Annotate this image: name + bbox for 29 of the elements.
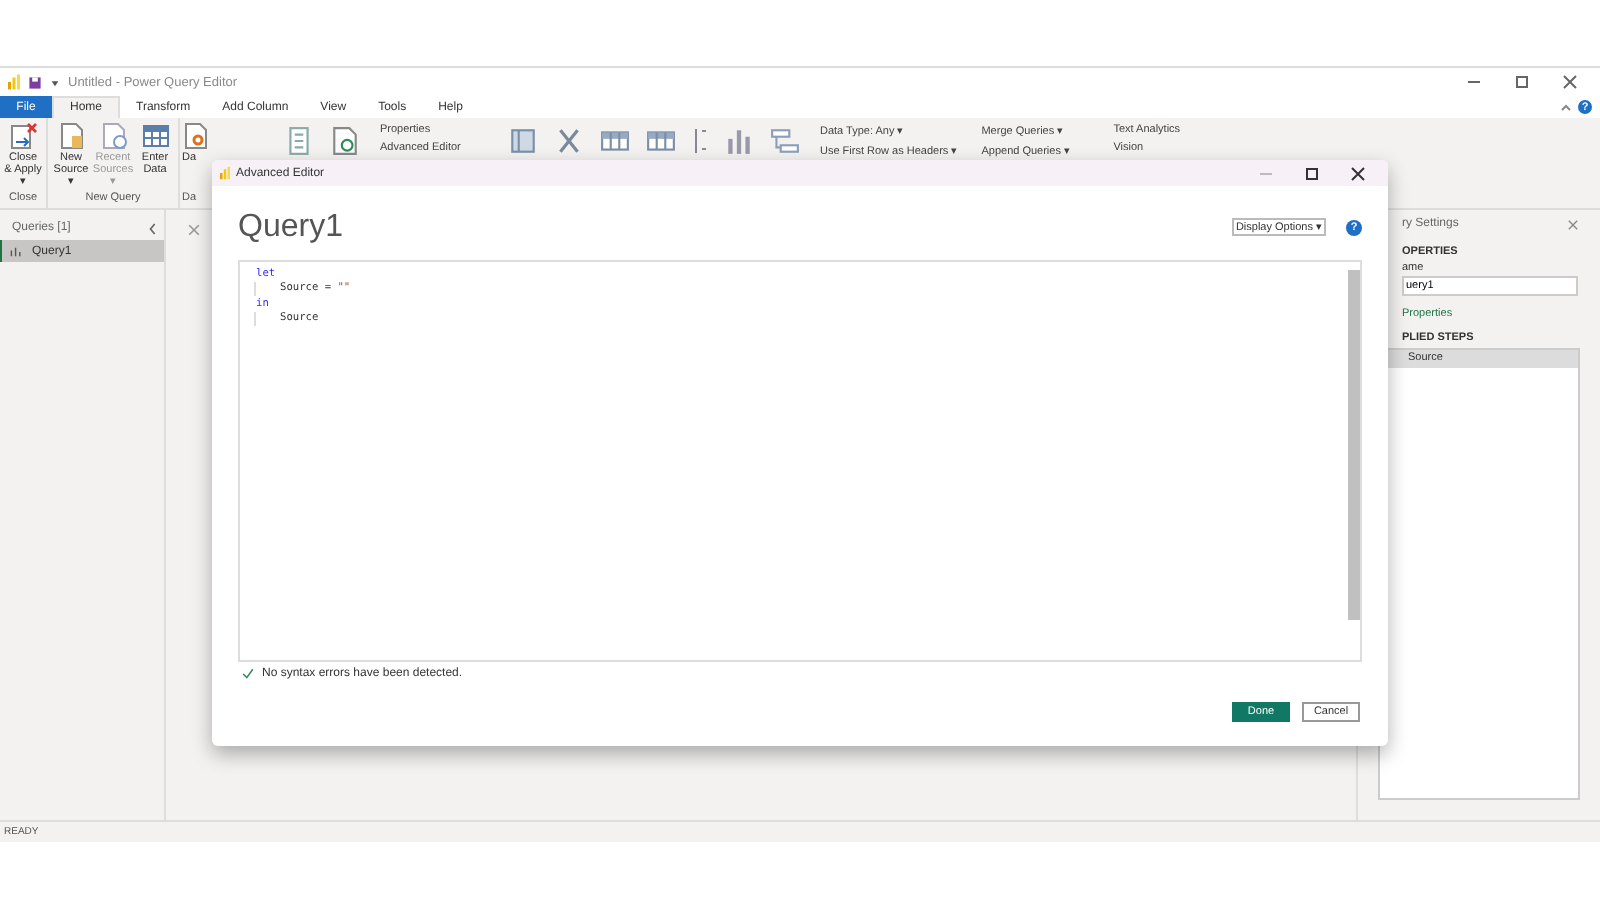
bar-chart-icon[interactable] bbox=[724, 126, 754, 156]
document-gear-icon bbox=[182, 122, 210, 150]
maximize-icon[interactable] bbox=[1302, 163, 1322, 183]
save-icon[interactable] bbox=[28, 75, 42, 89]
table-icon bbox=[141, 122, 169, 150]
table-column-icon bbox=[10, 245, 24, 257]
close-icon[interactable] bbox=[1348, 163, 1368, 183]
collapse-pane-icon[interactable] bbox=[148, 221, 158, 235]
table-icon[interactable] bbox=[600, 126, 630, 156]
scrollbar[interactable] bbox=[1348, 270, 1360, 620]
refresh-document-icon[interactable] bbox=[330, 126, 360, 156]
table-icon[interactable] bbox=[646, 126, 676, 156]
hierarchy-icon[interactable] bbox=[770, 126, 800, 156]
recent-document-icon bbox=[99, 122, 127, 150]
close-icon[interactable] bbox=[1560, 72, 1580, 92]
remove-columns-icon[interactable] bbox=[554, 126, 584, 156]
dropdown-icon[interactable] bbox=[50, 77, 60, 87]
app-logo-icon bbox=[220, 166, 230, 180]
maximize-icon[interactable] bbox=[1512, 72, 1532, 92]
list-icon[interactable] bbox=[284, 126, 314, 156]
checkmark-icon bbox=[242, 668, 254, 680]
column-icon[interactable] bbox=[508, 126, 538, 156]
close-apply-icon bbox=[9, 122, 37, 150]
sort-icon[interactable] bbox=[692, 126, 708, 156]
cancel-icon[interactable] bbox=[186, 222, 202, 238]
collapse-ribbon-icon[interactable] bbox=[1560, 101, 1572, 113]
new-document-icon bbox=[57, 122, 85, 150]
app-logo-icon bbox=[8, 74, 20, 90]
query-name-heading: Query1 bbox=[238, 209, 343, 245]
